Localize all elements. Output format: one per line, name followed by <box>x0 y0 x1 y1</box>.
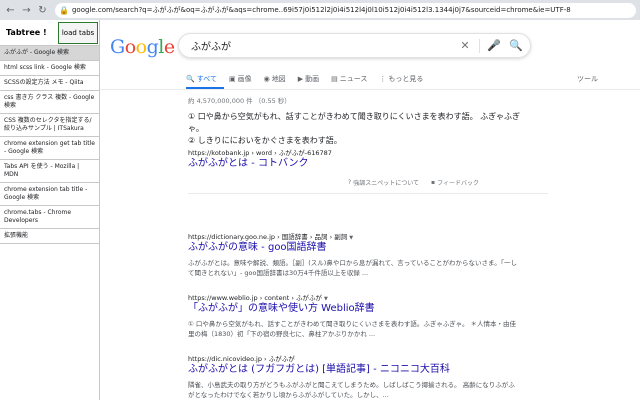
featured-snippet: ① 口や鼻から空気がもれ、話すことがきわめて聞き取りにくいさまを表わす語。 ふぎ… <box>188 111 528 147</box>
tabtree-sidebar: Tabtree ! load tabs ふがふが - Google 検索 htm… <box>0 20 100 400</box>
result-description: ふがふがとは。意味や解説、類語。［副］(スル)鼻や口から息が漏れて、言っているこ… <box>188 259 517 277</box>
news-icon: ▤ <box>331 75 338 83</box>
address-url[interactable]: google.com/search?q=ふがふが&oq=ふがふが&aqs=chr… <box>72 5 571 15</box>
sidebar-header: Tabtree ! load tabs <box>0 20 99 46</box>
result-stats: 約 4,570,000,000 件 （0.55 秒） <box>188 97 291 105</box>
result-url-text: https://dictionary.goo.ne.jp › 国語辞書 › 品詞… <box>188 233 348 241</box>
address-bar[interactable]: 🔒 google.com/search?q=ふがふが&oq=ふがふが&aqs=c… <box>55 2 636 18</box>
feedback-icon: ▪ <box>431 179 436 186</box>
search-tabs: 🔍 すべて ▣ 画像 ◉ 地図 ▶ 動画 ▤ ニュース ⋮ もっと見る ツール <box>186 70 616 88</box>
search-divider <box>479 38 480 53</box>
tab-videos[interactable]: ▶ 動画 <box>298 74 319 84</box>
sidebar-item-google-fugafuga[interactable]: ふがふが - Google 検索 <box>0 46 99 61</box>
tab-videos-label: 動画 <box>305 75 320 83</box>
tab-more-label: もっと見る <box>388 75 424 83</box>
google-logo[interactable]: Google <box>110 36 175 58</box>
image-icon: ▣ <box>228 75 236 83</box>
tabs-divider <box>100 89 640 90</box>
result-title[interactable]: 「ふがふが」の意味や使い方 Weblio辞書 <box>188 302 375 316</box>
search-results-page: Google ふがふが ✕ 🎤 🔍 🔍 すべて ▣ 画像 ◉ 地図 ▶ 動画 ▤ ニュース… <box>100 20 640 400</box>
sidebar-item-css-selector[interactable]: CSS 複数のセレクタを指定する/絞り込みサンプル | ITSakura <box>0 114 99 137</box>
lock-icon: 🔒 <box>59 5 69 15</box>
featured-snippet-line-1: ① 口や鼻から空気がもれ、話すことがきわめて聞き取りにくいさまを表わす語。 ふぎ… <box>188 112 521 133</box>
more-vertical-icon: ⋮ <box>379 75 387 83</box>
chevron-down-icon[interactable]: ▼ <box>349 235 353 241</box>
sidebar-item-extensions[interactable]: 拡張機能 <box>0 229 99 244</box>
back-icon[interactable]: ← <box>4 4 17 17</box>
load-tabs-button[interactable]: load tabs <box>58 21 98 44</box>
featured-result-title[interactable]: ふがふがとは - コトバンク <box>188 157 308 171</box>
featured-snippet-line-2: ② しきりににおいをかぐさまを表わす語。 <box>188 136 342 145</box>
map-pin-icon: ◉ <box>263 75 270 83</box>
tab-maps-label: 地図 <box>271 75 286 83</box>
feedback-link[interactable]: フィードバック <box>437 178 479 187</box>
featured-result-url[interactable]: https://kotobank.jp › word › ふがふが-616787 <box>188 147 332 157</box>
about-featured-snippets-link[interactable]: 強調スニペットについて <box>353 178 419 187</box>
tab-all[interactable]: 🔍 すべて <box>186 74 217 84</box>
search-input[interactable]: ふがふが <box>191 38 457 53</box>
result-url[interactable]: https://www.weblio.jp › content › ふがふが ▼ <box>188 292 328 302</box>
sidebar-item-css-class[interactable]: css 書き方 クラス 複数 - Google 検索 <box>0 91 99 114</box>
sidebar-item-html-scss[interactable]: html scss link - Google 検索 <box>0 61 99 76</box>
tab-more[interactable]: ⋮ もっと見る <box>379 74 423 84</box>
result-url[interactable]: https://dictionary.goo.ne.jp › 国語辞書 › 品詞… <box>188 231 353 241</box>
screen: ← → ↻ 🔒 google.com/search?q=ふがふが&oq=ふがふが… <box>0 0 640 400</box>
sidebar-item-tab-title[interactable]: chrome extension tab title - Google 検索 <box>0 183 99 206</box>
browser-toolbar: ← → ↻ 🔒 google.com/search?q=ふがふが&oq=ふがふが… <box>0 0 640 20</box>
sidebar-item-tabs-api[interactable]: Tabs API を使う - Mozilla | MDN <box>0 160 99 183</box>
featured-snippet-footer: ? 強調スニペットについて ▪ フィードバック <box>348 178 479 187</box>
help-icon: ? <box>348 179 352 186</box>
tab-news[interactable]: ▤ ニュース <box>331 74 367 84</box>
sidebar-item-chrome-tabs[interactable]: chrome.tabs - Chrome Developers <box>0 206 99 229</box>
sidebar-title: Tabtree ! <box>6 28 47 37</box>
search-icon[interactable]: 🔍 <box>508 39 524 52</box>
clear-icon[interactable]: ✕ <box>457 39 473 52</box>
tab-news-label: ニュース <box>339 75 368 83</box>
tab-maps[interactable]: ◉ 地図 <box>264 74 286 84</box>
microphone-icon[interactable]: 🎤 <box>486 39 502 52</box>
featured-divider <box>188 193 548 194</box>
search-icon: 🔍 <box>186 75 195 83</box>
result-title[interactable]: ふがふがの意味 - goo国語辞書 <box>188 241 327 255</box>
tab-images-label: 画像 <box>237 75 252 83</box>
result-url[interactable]: https://dic.nicovideo.jp › ふがふが <box>188 353 295 363</box>
forward-icon[interactable]: → <box>20 4 33 17</box>
reload-icon[interactable]: ↻ <box>36 4 49 17</box>
result-url-text: https://dic.nicovideo.jp › ふがふが <box>188 355 295 363</box>
sidebar-item-scss-qiita[interactable]: SCSSの設定方法 メモ - Qiita <box>0 76 99 91</box>
video-icon: ▶ <box>297 75 304 83</box>
result-title[interactable]: ふがふがとは (フガフガとは) [単語記事] - ニコニコ大百科 <box>188 363 450 377</box>
result-description: ① 口や鼻から空気がもれ、話すことがきわめて聞き取りにくいさまを表わす語。ふぎゃ… <box>188 320 517 338</box>
sidebar-item-get-tab-title[interactable]: chrome extension get tab title - Google … <box>0 137 99 160</box>
tab-all-label: すべて <box>196 75 217 83</box>
result-description: 隣雀、小島武夫の取り方がどうもふがふがと聞こえてしまうため。しばしばこう揶揄され… <box>188 381 515 399</box>
tab-images[interactable]: ▣ 画像 <box>229 74 252 84</box>
search-box[interactable]: ふがふが ✕ 🎤 🔍 <box>178 33 531 58</box>
tools-button[interactable]: ツール <box>577 74 598 84</box>
result-url-text: https://www.weblio.jp › content › ふがふが <box>188 294 322 302</box>
